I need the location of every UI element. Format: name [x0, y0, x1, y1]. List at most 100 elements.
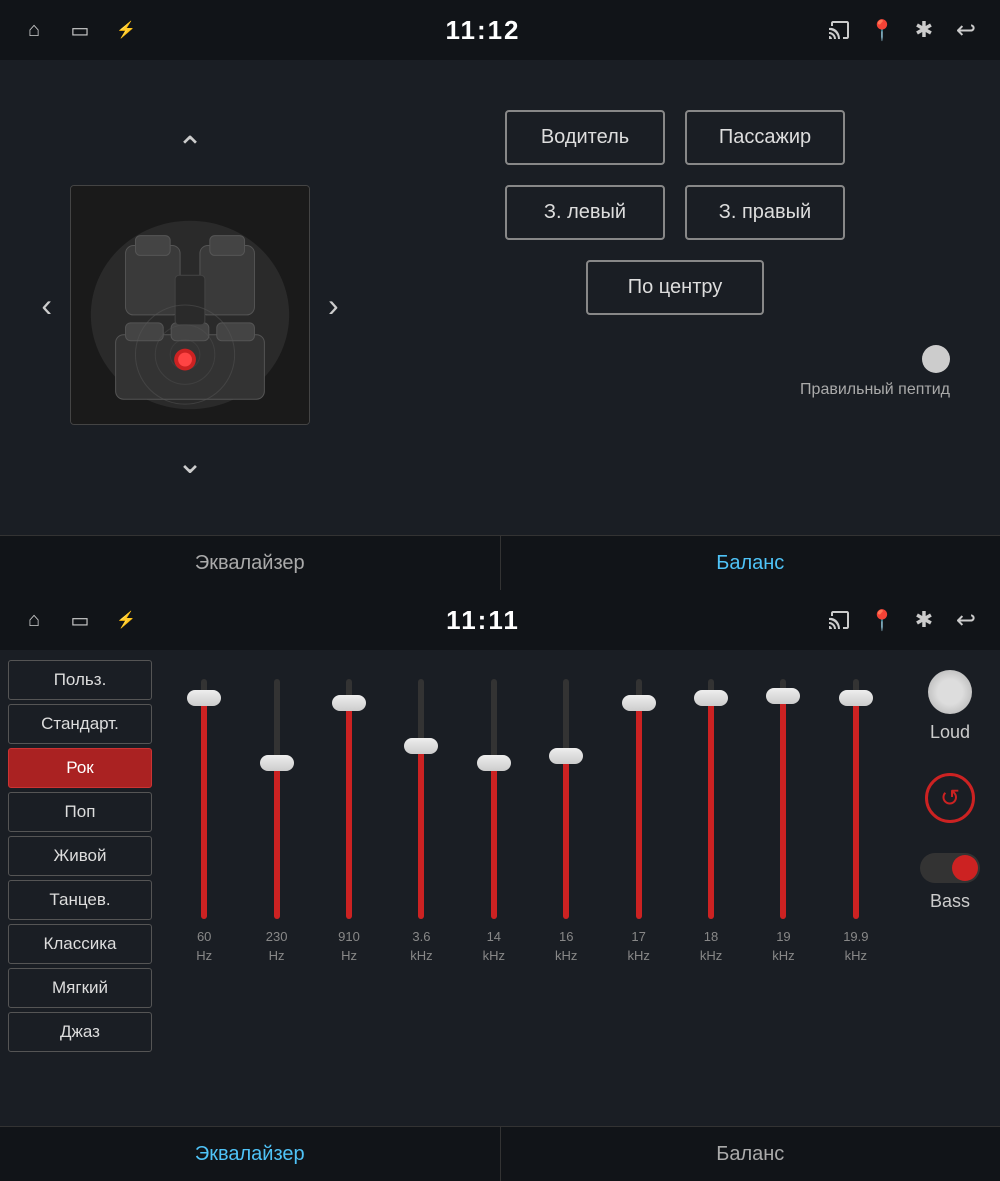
slider-label-9: 19.9kHz [843, 927, 868, 965]
balance-content: ⌃ ‹ [0, 60, 1000, 550]
eq-presets-sidebar: Польз.Стандарт.РокПопЖивойТанцев.Классик… [0, 650, 160, 1110]
usb-icon[interactable]: ⚡ [112, 16, 140, 44]
slider-fill-1 [274, 763, 280, 919]
slider-column-3: 3.6kHz [387, 665, 455, 965]
slider-fill-9 [853, 698, 859, 919]
preset-btn-рок[interactable]: Рок [8, 748, 152, 788]
slider-thumb-5[interactable] [549, 748, 583, 764]
slider-track-0[interactable] [201, 679, 207, 919]
slider-thumb-9[interactable] [839, 690, 873, 706]
usb-icon-2[interactable]: ⚡ [112, 606, 140, 634]
slider-track-4[interactable] [491, 679, 497, 919]
screen-icon[interactable]: ▭ [66, 16, 94, 44]
rear-left-button[interactable]: З. левый [505, 185, 665, 240]
slider-thumb-4[interactable] [477, 755, 511, 771]
seat-up-arrow[interactable]: ⌃ [157, 121, 224, 175]
bass-section: Bass [920, 853, 980, 912]
preset-btn-джаз[interactable]: Джаз [8, 1012, 152, 1052]
location-icon-bottom[interactable]: 📍 [868, 606, 896, 634]
home-icon-2[interactable]: ⌂ [20, 606, 48, 634]
slider-column-0: 60Hz [170, 665, 238, 965]
driver-button[interactable]: Водитель [505, 110, 665, 165]
tab-equalizer-top[interactable]: Эквалайзер [0, 536, 501, 590]
cast-icon-bottom[interactable] [826, 606, 854, 634]
center-button[interactable]: По центру [586, 260, 765, 315]
preset-btn-польз.[interactable]: Польз. [8, 660, 152, 700]
bluetooth-icon-top[interactable]: ✱ [910, 16, 938, 44]
slider-thumb-1[interactable] [260, 755, 294, 771]
seat-image [70, 185, 310, 425]
clock-bottom: 11:11 [446, 605, 520, 636]
preset-btn-живой[interactable]: Живой [8, 836, 152, 876]
preset-btn-поп[interactable]: Поп [8, 792, 152, 832]
preset-btn-мягкий[interactable]: Мягкий [8, 968, 152, 1008]
tab-balance-bottom[interactable]: Баланс [501, 1127, 1000, 1181]
loud-section: Loud [928, 670, 972, 743]
slider-label-5: 16kHz [555, 927, 577, 965]
slider-fill-8 [780, 696, 786, 919]
slider-track-7[interactable] [708, 679, 714, 919]
slider-track-8[interactable] [780, 679, 786, 919]
slider-label-6: 17kHz [627, 927, 649, 965]
passenger-button[interactable]: Пассажир [685, 110, 845, 165]
bottom-panel: ⌂ ▭ ⚡ 11:11 📍 ✱ ↩ Польз.Стандарт.РокПопЖ… [0, 590, 1000, 1181]
slider-column-8: 19kHz [749, 665, 817, 965]
slider-track-2[interactable] [346, 679, 352, 919]
status-bar-bottom: ⌂ ▭ ⚡ 11:11 📍 ✱ ↩ [0, 590, 1000, 650]
slider-thumb-0[interactable] [187, 690, 221, 706]
preset-btn-классика[interactable]: Классика [8, 924, 152, 964]
seat-down-arrow[interactable]: ⌄ [157, 435, 224, 489]
loud-label: Loud [930, 722, 970, 743]
eq-sliders-area: 60Hz230Hz910Hz3.6kHz14kHz16kHz17kHz18kHz… [160, 650, 900, 1110]
slider-track-9[interactable] [853, 679, 859, 919]
slider-thumb-7[interactable] [694, 690, 728, 706]
back-icon-top[interactable]: ↩ [952, 16, 980, 44]
loud-button[interactable] [928, 670, 972, 714]
slider-fill-6 [636, 703, 642, 919]
bass-toggle-knob [952, 855, 978, 881]
slider-fill-4 [491, 763, 497, 919]
slider-column-4: 14kHz [460, 665, 528, 965]
indicator-text: Правильный пептид [800, 381, 950, 399]
indicator-circle [922, 345, 950, 373]
top-panel: ⌂ ▭ ⚡ 11:12 📍 ✱ ↩ ⌃ ‹ [0, 0, 1000, 590]
slider-label-8: 19kHz [772, 927, 794, 965]
slider-fill-0 [201, 698, 207, 919]
slider-thumb-8[interactable] [766, 688, 800, 704]
slider-column-1: 230Hz [242, 665, 310, 965]
seat-right-arrow[interactable]: › [320, 279, 347, 332]
rear-right-button[interactable]: З. правый [685, 185, 845, 240]
cast-icon-top[interactable] [826, 16, 854, 44]
slider-track-5[interactable] [563, 679, 569, 919]
tab-equalizer-bottom[interactable]: Эквалайзер [0, 1127, 501, 1181]
status-bar-left-icons: ⌂ ▭ ⚡ [20, 16, 140, 44]
screen-icon-2[interactable]: ▭ [66, 606, 94, 634]
slider-column-9: 19.9kHz [822, 665, 890, 965]
slider-track-3[interactable] [418, 679, 424, 919]
slider-thumb-3[interactable] [404, 738, 438, 754]
slider-track-1[interactable] [274, 679, 280, 919]
eq-right-controls: Loud ↺ Bass [900, 650, 1000, 1110]
slider-thumb-2[interactable] [332, 695, 366, 711]
eq-content: Польз.Стандарт.РокПопЖивойТанцев.Классик… [0, 650, 1000, 1110]
preset-btn-стандарт.[interactable]: Стандарт. [8, 704, 152, 744]
slider-thumb-6[interactable] [622, 695, 656, 711]
slider-column-5: 16kHz [532, 665, 600, 965]
seat-section: ⌃ ‹ [30, 80, 350, 530]
bass-toggle[interactable] [920, 853, 980, 883]
home-icon[interactable]: ⌂ [20, 16, 48, 44]
slider-label-1: 230Hz [266, 927, 288, 965]
tab-balance-top[interactable]: Баланс [501, 536, 1000, 590]
slider-column-6: 17kHz [604, 665, 672, 965]
bass-label: Bass [930, 891, 970, 912]
right-indicator: Правильный пептид [400, 345, 950, 399]
slider-label-4: 14kHz [483, 927, 505, 965]
slider-track-6[interactable] [636, 679, 642, 919]
slider-fill-5 [563, 756, 569, 919]
location-icon-top[interactable]: 📍 [868, 16, 896, 44]
bluetooth-icon-bottom[interactable]: ✱ [910, 606, 938, 634]
back-icon-bottom[interactable]: ↩ [952, 606, 980, 634]
seat-left-arrow[interactable]: ‹ [33, 279, 60, 332]
preset-btn-танцев.[interactable]: Танцев. [8, 880, 152, 920]
reset-button[interactable]: ↺ [925, 773, 975, 823]
